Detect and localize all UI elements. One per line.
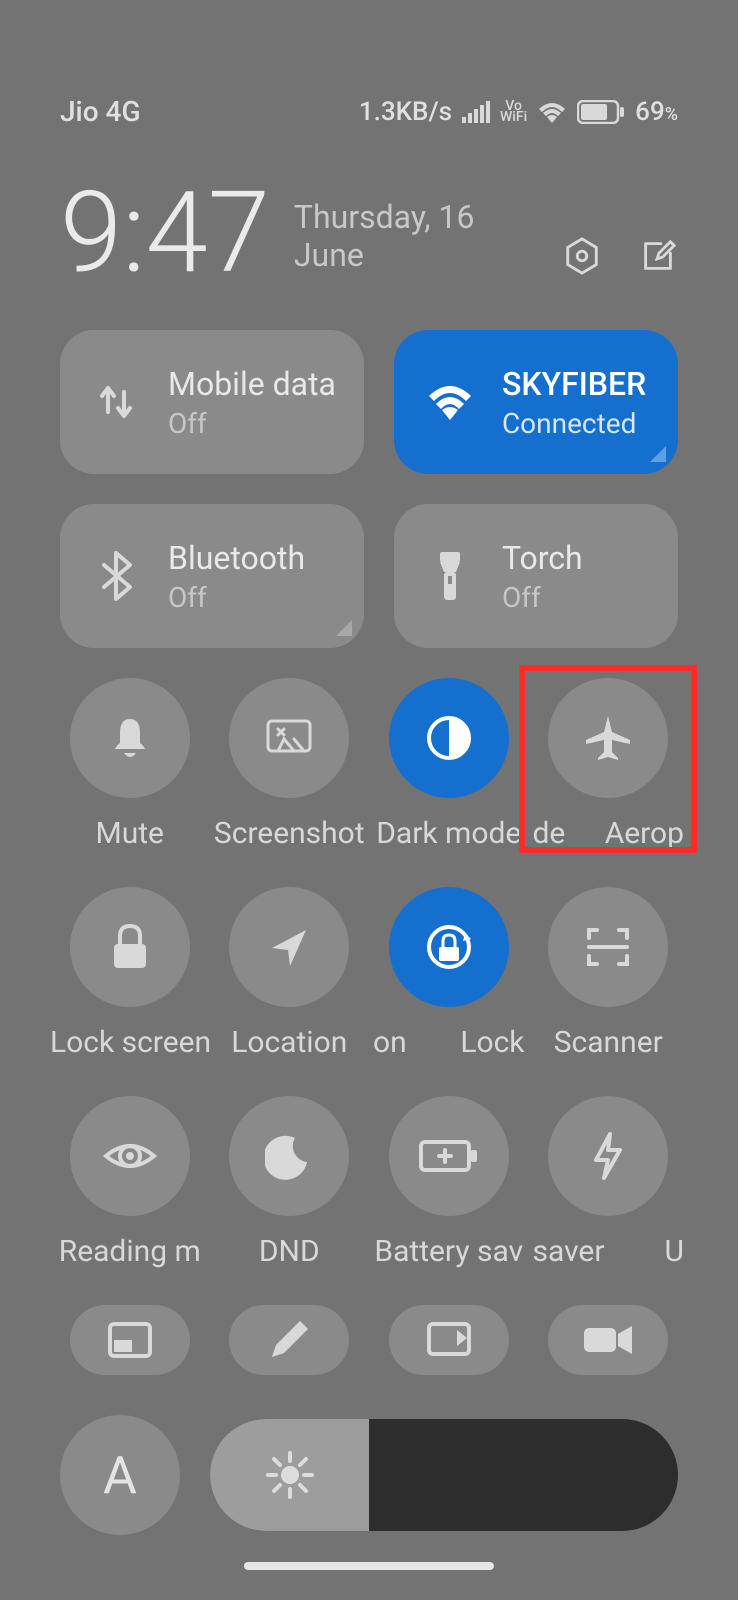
reading-mode-toggle[interactable] (70, 1096, 190, 1216)
torch-tile[interactable]: Torch Off (394, 504, 678, 648)
battery-icon (577, 100, 625, 124)
floating-window-toggle[interactable] (70, 1305, 190, 1375)
battery-percent: 69% (635, 97, 678, 127)
wifi-tile-icon (422, 374, 478, 430)
auto-brightness-label: A (103, 1445, 137, 1506)
mobile-data-icon (88, 374, 144, 430)
lock-screen-label: Lock screen (50, 1025, 210, 1060)
auto-rotate-toggle[interactable] (389, 887, 509, 1007)
aeroplane-label: de Aerop (529, 816, 689, 851)
bluetooth-tile[interactable]: Bluetooth Off (60, 504, 364, 648)
status-right: 1.3KB/s VoWiFi 69% (359, 97, 678, 127)
dnd-label: DND (210, 1234, 370, 1269)
reading-mode-label: Reading m (50, 1234, 210, 1269)
large-tiles: Mobile data Off SKYFIBER Connected Bluet… (0, 290, 738, 648)
brightness-slider[interactable] (210, 1419, 678, 1531)
wifi-title: SKYFIBER (502, 365, 646, 403)
dark-mode-toggle[interactable] (389, 678, 509, 798)
screen-record-toggle[interactable] (548, 1305, 668, 1375)
bluetooth-icon (88, 548, 144, 604)
torch-sub: Off (502, 581, 583, 614)
aeroplane-toggle[interactable] (548, 678, 668, 798)
wifi-icon (537, 101, 567, 123)
screenshot-toggle[interactable] (229, 678, 349, 798)
dnd-toggle[interactable] (229, 1096, 349, 1216)
bluetooth-title: Bluetooth (168, 539, 305, 577)
home-indicator[interactable] (244, 1562, 494, 1570)
status-bar: Jio 4G 1.3KB/s VoWiFi 69% (0, 0, 738, 128)
mute-label: Mute (50, 816, 210, 851)
lock-screen-toggle[interactable] (70, 887, 190, 1007)
mobile-data-sub: Off (168, 407, 336, 440)
wifi-expand-icon[interactable] (650, 446, 666, 462)
bluetooth-sub: Off (168, 581, 305, 614)
brightness-fill (210, 1419, 369, 1531)
mute-toggle[interactable] (70, 678, 190, 798)
auto-brightness-button[interactable]: A (60, 1415, 180, 1535)
location-toggle[interactable] (229, 887, 349, 1007)
data-rate: 1.3KB/s (359, 97, 452, 127)
carrier-label: Jio 4G (60, 95, 141, 128)
vowifi-icon: VoWiFi (500, 101, 527, 123)
battery-saver-toggle[interactable] (389, 1096, 509, 1216)
wifi-sub: Connected (502, 407, 646, 440)
settings-icon[interactable] (562, 236, 602, 276)
wifi-tile[interactable]: SKYFIBER Connected (394, 330, 678, 474)
ultra-saver-toggle[interactable] (548, 1096, 668, 1216)
edit-toggles-toggle[interactable] (229, 1305, 349, 1375)
time-date-row: 9:47 Thursday, 16 June (0, 128, 738, 290)
scanner-toggle[interactable] (548, 887, 668, 1007)
torch-icon (422, 548, 478, 604)
ultra-saver-label: saver U (529, 1234, 689, 1269)
cast-toggle[interactable] (389, 1305, 509, 1375)
mobile-data-title: Mobile data (168, 365, 336, 403)
mobile-data-tile[interactable]: Mobile data Off (60, 330, 364, 474)
toggle-grid: Mute Screenshot Dark mode de Aerop Lock … (0, 648, 738, 1375)
edit-icon[interactable] (638, 236, 678, 276)
dark-mode-label: Dark mode (369, 816, 529, 851)
location-label: Location (210, 1025, 370, 1060)
auto-rotate-label: on Lock (369, 1025, 529, 1060)
brightness-icon (266, 1451, 314, 1499)
battery-saver-label: Battery sav (369, 1234, 529, 1269)
bluetooth-expand-icon[interactable] (336, 620, 352, 636)
brightness-row: A (0, 1375, 738, 1535)
torch-title: Torch (502, 539, 583, 577)
signal-icon (462, 101, 490, 123)
screenshot-label: Screenshot (210, 816, 370, 851)
scanner-label: Scanner (529, 1025, 689, 1060)
clock-date: Thursday, 16 June (294, 198, 538, 290)
clock-time: 9:47 (60, 178, 270, 290)
